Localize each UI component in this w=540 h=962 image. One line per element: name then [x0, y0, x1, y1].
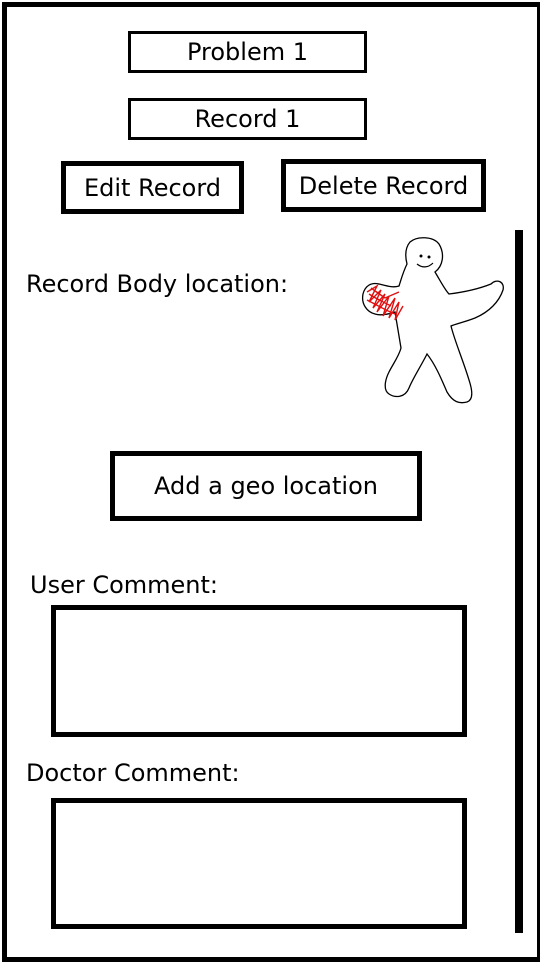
doctor-comment-label: Doctor Comment: — [26, 759, 240, 787]
add-geo-location-label: Add a geo location — [154, 472, 378, 500]
figure-eye — [419, 254, 423, 258]
doctor-comment-field[interactable] — [51, 798, 467, 929]
figure-eye — [427, 255, 431, 259]
problem-title: Problem 1 — [186, 38, 309, 66]
stick-figure-icon[interactable] — [355, 232, 510, 407]
figure-outline — [361, 237, 504, 404]
vertical-scrollbar[interactable] — [515, 230, 523, 933]
delete-record-label: Delete Record — [298, 171, 469, 200]
add-geo-location-button[interactable]: Add a geo location — [110, 451, 422, 521]
record-title: Record 1 — [194, 105, 301, 133]
edit-record-label: Edit Record — [83, 173, 222, 202]
body-location-label: Record Body location: — [26, 270, 289, 298]
edit-record-button[interactable]: Edit Record — [61, 161, 244, 214]
user-comment-field[interactable] — [51, 605, 467, 737]
delete-record-button[interactable]: Delete Record — [281, 159, 486, 212]
problem-title-box: Problem 1 — [128, 31, 367, 73]
record-title-box: Record 1 — [128, 98, 367, 140]
user-comment-label: User Comment: — [30, 571, 219, 599]
